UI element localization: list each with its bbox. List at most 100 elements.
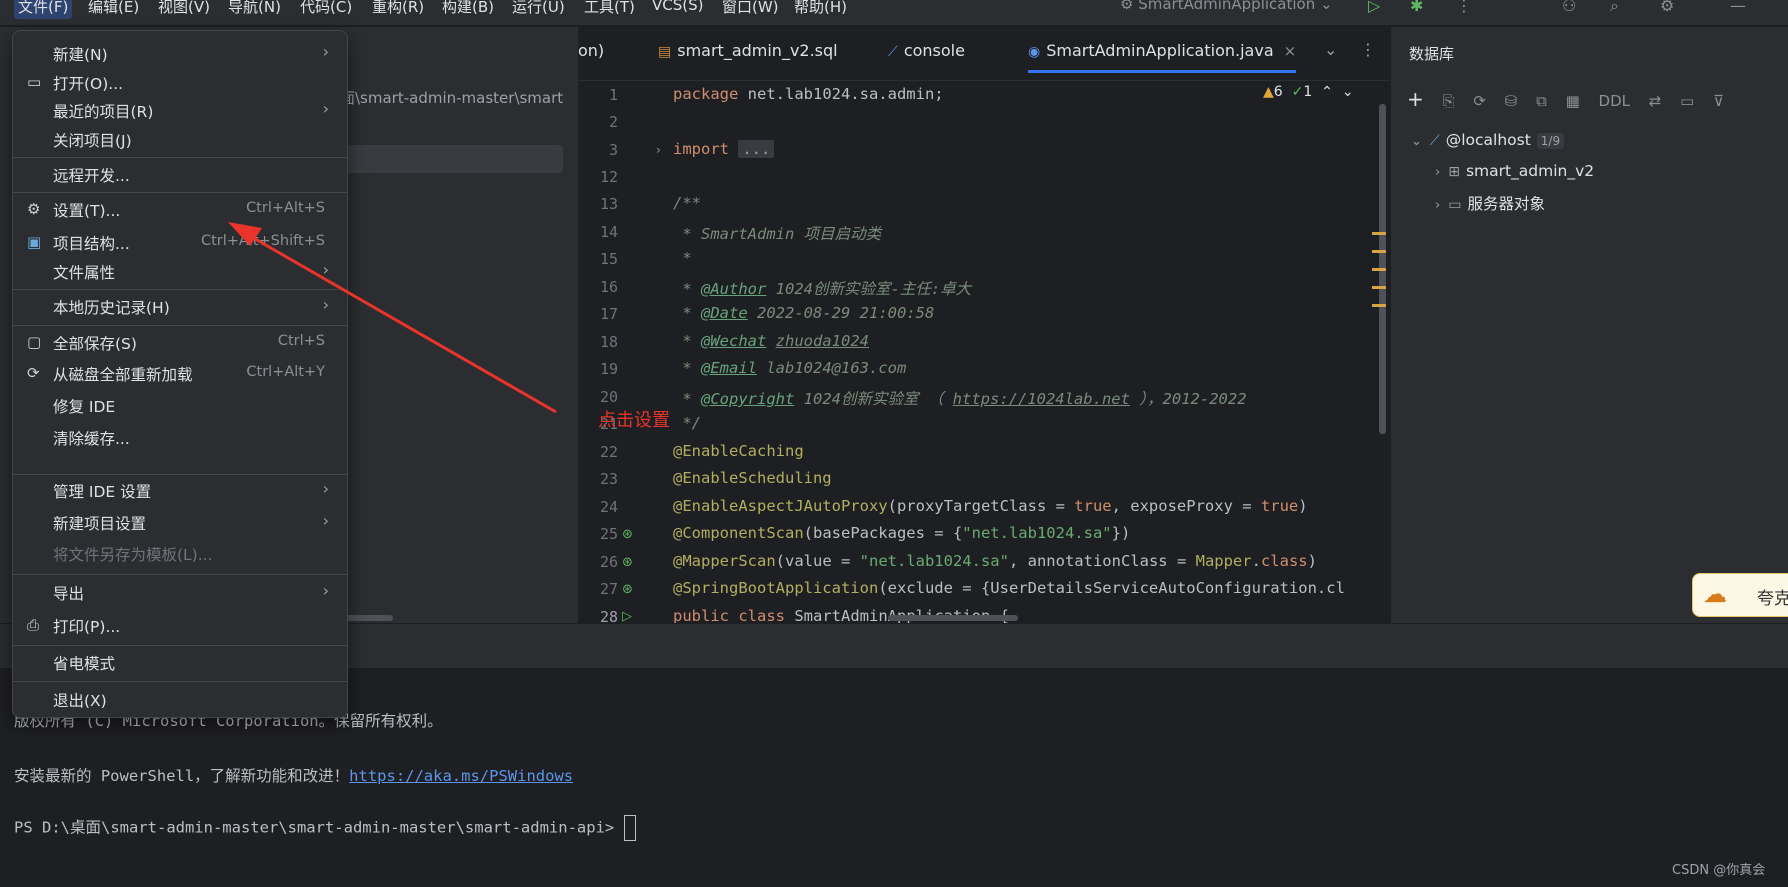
menu-refactor[interactable]: 重构(R)	[368, 0, 428, 19]
menu-item-remote-dev[interactable]: 远程开发...	[13, 159, 347, 189]
chevron-right-icon: ›	[322, 581, 329, 600]
menu-window[interactable]: 窗口(W)	[718, 0, 783, 19]
db-tree-localhost[interactable]: ⌄ ⟋ @localhost 1/9	[1411, 131, 1565, 149]
menu-help[interactable]: 帮助(H)	[790, 0, 851, 19]
search-icon[interactable]: ⌕	[1610, 0, 1619, 16]
tab-smart-admin-application[interactable]: ◉ SmartAdminApplication.java ×	[1028, 41, 1297, 73]
terminal-prompt[interactable]: PS D:\桌面\smart-admin-master\smart-admin-…	[14, 815, 636, 841]
warning-marker[interactable]	[1372, 286, 1386, 289]
jump-icon[interactable]: ⧉	[1536, 92, 1547, 110]
chevron-right-icon[interactable]: ›	[1435, 165, 1440, 180]
db-tree-schema[interactable]: › ⊞ smart_admin_v2	[1435, 162, 1594, 180]
chevron-right-icon[interactable]: ›	[1435, 198, 1440, 213]
menu-item-repair-ide[interactable]: 修复 IDE	[13, 390, 347, 420]
warning-marker[interactable]	[1372, 232, 1386, 235]
java-class-icon: ◉	[1028, 44, 1041, 60]
add-icon[interactable]: +	[1407, 87, 1424, 111]
menu-item-power-save[interactable]: 省电模式	[13, 647, 347, 677]
menu-separator	[13, 325, 347, 326]
line-number: 25	[599, 525, 618, 543]
menu-item-print[interactable]: ⎙ 打印(P)...	[13, 610, 347, 640]
menu-item-open[interactable]: ▭ 打开(O)...	[13, 67, 347, 97]
chevron-down-icon[interactable]: ⌄	[1324, 40, 1337, 59]
menu-tools[interactable]: 工具(T)	[580, 0, 639, 19]
chevron-right-icon: ›	[322, 42, 329, 61]
chevron-down-icon[interactable]: ⌄	[1342, 84, 1354, 100]
filter-icon[interactable]: ⊽	[1713, 92, 1724, 110]
menu-item-manage-ide-settings[interactable]: 管理 IDE 设置 ›	[13, 475, 347, 505]
terminal-cursor	[623, 815, 636, 841]
warning-marker[interactable]	[1372, 304, 1386, 307]
compare-icon[interactable]: ⇄	[1649, 92, 1662, 110]
refresh-icon[interactable]: ⟳	[1473, 92, 1486, 110]
menu-run[interactable]: 运行(U)	[508, 0, 569, 19]
menu-code[interactable]: 代码(C)	[296, 0, 356, 19]
menu-item-local-history[interactable]: 本地历史记录(H) ›	[13, 291, 347, 321]
menu-file[interactable]: 文件(F)	[14, 0, 73, 19]
tab-console[interactable]: ⟋ console	[888, 41, 965, 60]
warning-marker[interactable]	[1372, 250, 1386, 253]
chevron-up-icon[interactable]: ⌃	[1321, 84, 1333, 100]
quark-widget[interactable]: ☁ 夸克	[1692, 573, 1788, 617]
more-icon[interactable]: ⋮	[1456, 0, 1472, 15]
debug-icon[interactable]: ✱	[1410, 0, 1423, 15]
chevron-down-icon[interactable]: ⌄	[1411, 134, 1422, 149]
fold-expand-icon[interactable]: ›	[656, 143, 661, 157]
menu-item-close-project[interactable]: 关闭项目(J)	[13, 124, 347, 154]
line-number: 26	[599, 553, 618, 571]
menu-vcs[interactable]: VCS(S)	[648, 0, 707, 16]
run-gutter-icon[interactable]: ▷	[622, 609, 632, 623]
menu-item-invalidate-caches[interactable]: 清除缓存...	[13, 422, 347, 452]
console-open-icon[interactable]: ▭	[1680, 92, 1694, 110]
menu-item-exit[interactable]: 退出(X)	[13, 684, 347, 714]
db-tree-server-objects[interactable]: › ▭ 服务器对象	[1435, 192, 1545, 214]
tab-partial[interactable]: on)	[578, 41, 604, 60]
line-number: 3	[608, 141, 618, 159]
bean-gutter-icon[interactable]: ⊛	[622, 527, 633, 542]
settings-icon[interactable]: ⚙	[1660, 0, 1674, 15]
menu-item-reload-from-disk[interactable]: ⟳ 从磁盘全部重新加载 Ctrl+Alt+Y	[13, 358, 347, 388]
run-config-selector[interactable]: ⚙ SmartAdminApplication ⌄	[1120, 0, 1333, 13]
shortcut-label: Ctrl+S	[277, 333, 325, 349]
line-number: 1	[608, 86, 618, 104]
menu-edit[interactable]: 编辑(E)	[84, 0, 143, 19]
line-number: 2	[608, 113, 618, 131]
tab-sql[interactable]: ▤ smart_admin_v2.sql	[658, 41, 838, 60]
close-icon[interactable]: ×	[1284, 42, 1297, 60]
powershell-link[interactable]: https://aka.ms/PSWindows	[349, 767, 573, 785]
bean-gutter-icon[interactable]: ⊛	[622, 555, 633, 570]
minimize-icon[interactable]: —	[1730, 0, 1746, 15]
menu-view[interactable]: 视图(V)	[154, 0, 214, 19]
run-icon[interactable]: ▷	[1368, 0, 1380, 15]
copy-icon[interactable]: ⎘	[1443, 92, 1455, 110]
datasource-icon[interactable]: ⛁	[1505, 92, 1518, 110]
add-user-icon[interactable]: ⚇	[1562, 0, 1576, 15]
menu-item-export[interactable]: 导出 ›	[13, 577, 347, 607]
bean-gutter-icon[interactable]: ⊛	[622, 582, 633, 597]
menu-item-settings[interactable]: ⚙ 设置(T)... Ctrl+Alt+S	[13, 194, 347, 224]
code-line: * SmartAdmin 项目启动类	[673, 225, 882, 243]
menu-item-save-all[interactable]: ▢ 全部保存(S) Ctrl+S	[13, 327, 347, 357]
warning-marker[interactable]	[1372, 268, 1386, 271]
editor-hscroll[interactable]	[888, 615, 1018, 621]
inspection-widget[interactable]: ▲6 ✓1 ⌃ ⌄	[1263, 84, 1354, 100]
menu-item-new-project-settings[interactable]: 新建项目设置 ›	[13, 507, 347, 537]
folded-imports[interactable]: ...	[738, 140, 775, 158]
menu-item-recent-projects[interactable]: 最近的项目(R) ›	[13, 95, 347, 125]
table-icon[interactable]: ▦	[1566, 92, 1580, 110]
mysql-icon: ⟋	[1429, 133, 1440, 149]
menu-item-file-properties[interactable]: 文件属性 ›	[13, 256, 347, 286]
quark-label: 夸克	[1757, 589, 1788, 609]
code-editor[interactable]: 1 2 3 12 13 14 15 16 17 18 19 20 21 22 2…	[578, 82, 1390, 623]
editor-gutter: 1 2 3 12 13 14 15 16 17 18 19 20 21 22 2…	[578, 82, 668, 623]
menu-navigate[interactable]: 导航(N)	[224, 0, 285, 19]
menu-item-new[interactable]: 新建(N) ›	[13, 38, 347, 68]
ddl-button[interactable]: DDL	[1599, 92, 1630, 110]
copyright-link[interactable]: https://1024lab.net	[953, 390, 1130, 408]
tab-sql-label: smart_admin_v2.sql	[677, 41, 838, 60]
code-line: @EnableAspectJAutoProxy(proxyTargetClass…	[673, 497, 1308, 515]
menu-build[interactable]: 构建(B)	[438, 0, 498, 19]
project-selected-row[interactable]	[330, 145, 563, 173]
menu-item-project-structure[interactable]: ▣ 项目结构... Ctrl+Alt+Shift+S	[13, 227, 347, 257]
tabs-more-icon[interactable]: ⋮	[1360, 40, 1376, 59]
